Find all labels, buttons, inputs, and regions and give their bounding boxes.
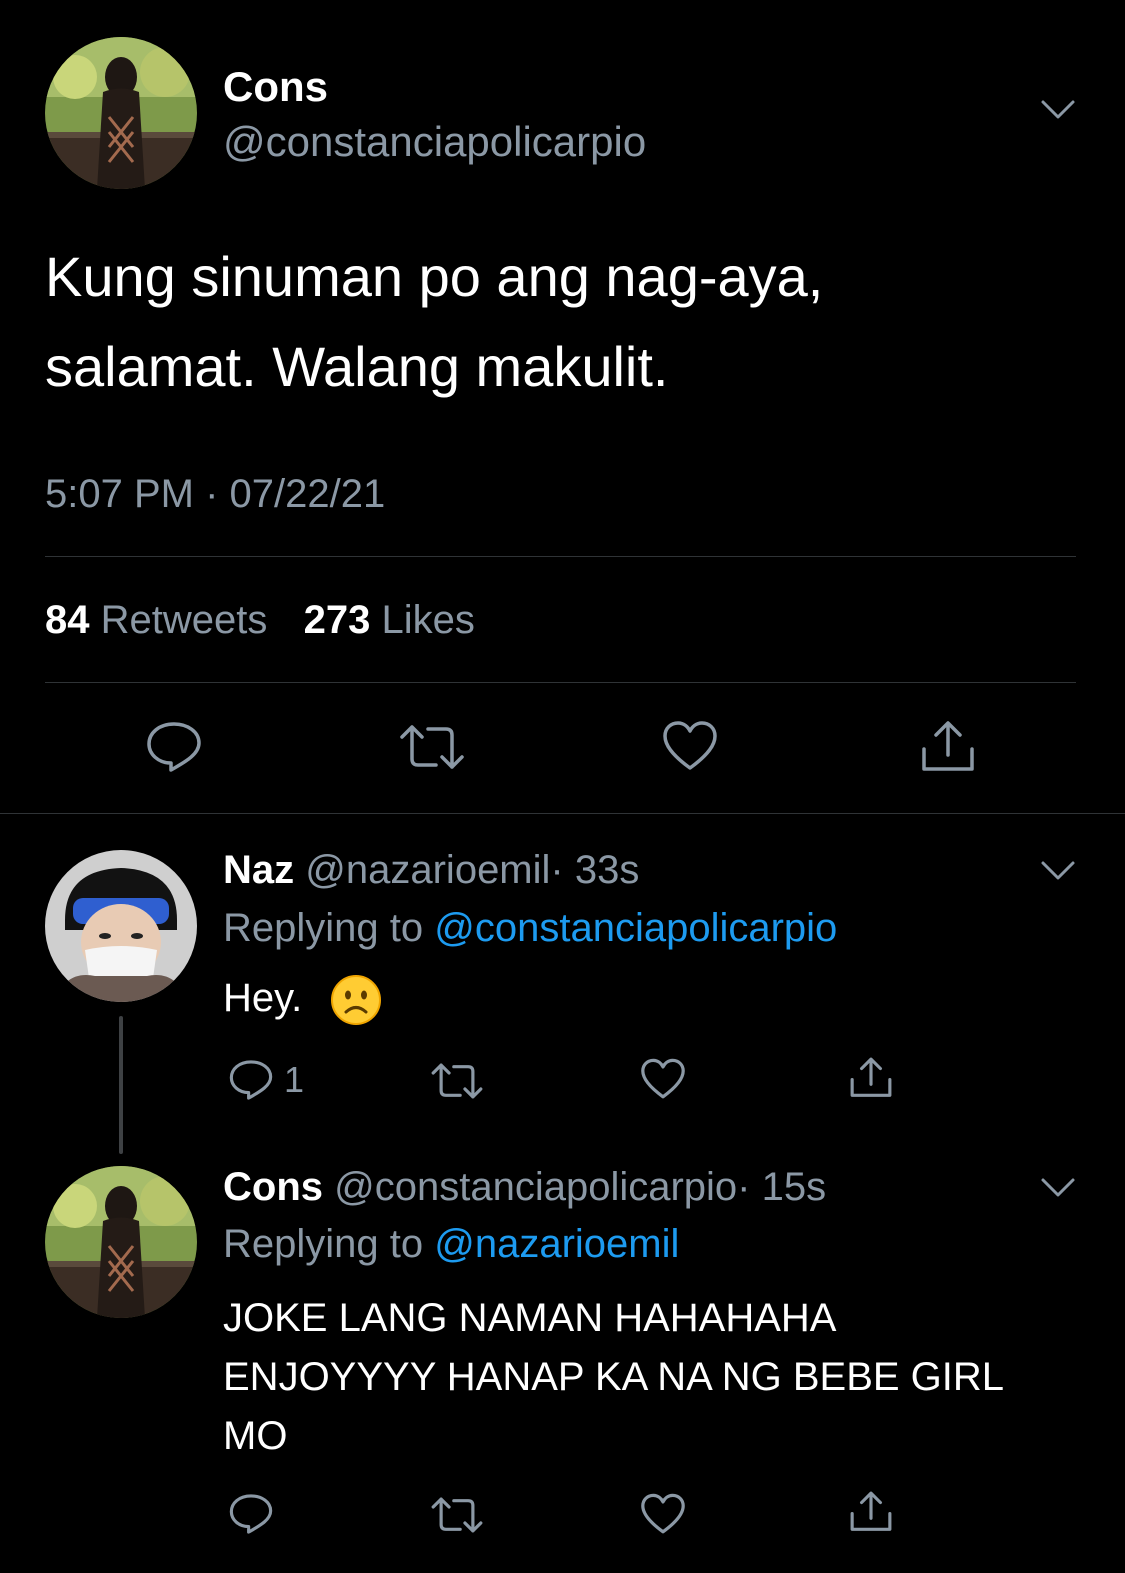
reply-button[interactable] — [145, 719, 203, 775]
likes-label: Likes — [381, 598, 475, 642]
reply2-text-line2: ENJOYYYY HANAP KA NA NG BEBE GIRL — [223, 1355, 1005, 1399]
reply-icon — [229, 1494, 273, 1534]
share-icon — [850, 1057, 892, 1097]
retweet-icon — [431, 1063, 483, 1099]
reply2-handle[interactable]: @constanciapolicarpio — [334, 1165, 737, 1209]
like-button[interactable] — [640, 1493, 686, 1535]
likes-count: 273 — [303, 598, 371, 642]
share-button[interactable] — [848, 1490, 894, 1534]
retweet-button[interactable] — [430, 1060, 484, 1102]
replying-to-link[interactable]: @constanciapolicarpio — [434, 906, 837, 950]
reply-icon — [229, 1060, 273, 1100]
likes-stat[interactable]: 273 Likes — [304, 598, 475, 642]
reply1-body: Hey. — [223, 976, 303, 1020]
retweets-label: Retweets — [100, 598, 268, 642]
reply1-replying-to: Replying to @constanciapolicarpio — [223, 906, 837, 951]
main-display-name[interactable]: Cons — [223, 63, 328, 111]
like-button[interactable] — [662, 720, 718, 772]
tweet-text-line1: Kung sinuman po ang nag-aya, — [45, 245, 824, 308]
reply2-time[interactable]: · 15s — [737, 1165, 826, 1209]
reply-button[interactable] — [228, 1492, 274, 1536]
chevron-down-icon[interactable] — [1040, 1176, 1076, 1200]
retweets-stat[interactable]: 84 Retweets — [45, 598, 279, 642]
reply2-text-line3: MO — [223, 1414, 288, 1458]
section-divider — [0, 813, 1125, 814]
reply2-text-line1: JOKE LANG NAMAN HAHAHAHA — [223, 1296, 837, 1340]
share-button[interactable] — [919, 719, 977, 775]
reply2-replying-to: Replying to @nazarioemil — [223, 1222, 679, 1267]
divider — [45, 556, 1076, 557]
retweet-button[interactable] — [430, 1494, 484, 1536]
reply1-time[interactable]: · 33s — [550, 848, 639, 892]
share-icon — [850, 1491, 892, 1531]
retweet-icon — [400, 725, 464, 769]
avatar-cons[interactable] — [45, 37, 197, 189]
frowning-face-emoji — [330, 974, 382, 1031]
tweet-text-line2: salamat. Walang makulit. — [45, 335, 669, 398]
thread-connector — [119, 1016, 123, 1154]
retweets-count: 84 — [45, 598, 90, 642]
retweet-icon — [431, 1497, 483, 1533]
reply2-display-name[interactable]: Cons — [223, 1165, 323, 1209]
chevron-down-icon[interactable] — [1040, 859, 1076, 883]
heart-icon — [663, 721, 717, 770]
reply1-handle[interactable]: @nazarioemil — [305, 848, 550, 892]
reply1-header: Naz @nazarioemil· 33s — [223, 848, 639, 893]
replying-to-link[interactable]: @nazarioemil — [434, 1222, 679, 1266]
avatar-cons[interactable] — [45, 1166, 197, 1318]
engagement-stats: 84 Retweets 273 Likes — [45, 598, 475, 643]
heart-icon — [641, 1493, 685, 1534]
share-icon — [922, 721, 974, 771]
chevron-down-icon[interactable] — [1040, 98, 1076, 122]
tweet-timestamp[interactable]: 5:07 PM · 07/22/21 — [45, 472, 385, 517]
reply1-display-name[interactable]: Naz — [223, 848, 294, 892]
divider — [45, 682, 1076, 683]
reply-button[interactable] — [228, 1058, 274, 1102]
replying-label: Replying to — [223, 906, 424, 950]
avatar-naz[interactable]: sm — [45, 850, 197, 1002]
reply-icon — [147, 722, 201, 772]
share-button[interactable] — [848, 1056, 894, 1100]
heart-icon — [641, 1058, 685, 1099]
like-button[interactable] — [640, 1058, 686, 1100]
retweet-button[interactable] — [398, 721, 466, 773]
reply1-text: Hey. — [223, 976, 302, 1021]
replying-label: Replying to — [223, 1222, 424, 1266]
main-handle[interactable]: @constanciapolicarpio — [223, 118, 646, 166]
reply2-header: Cons @constanciapolicarpio· 15s — [223, 1165, 826, 1210]
reply-count: 1 — [284, 1059, 305, 1100]
